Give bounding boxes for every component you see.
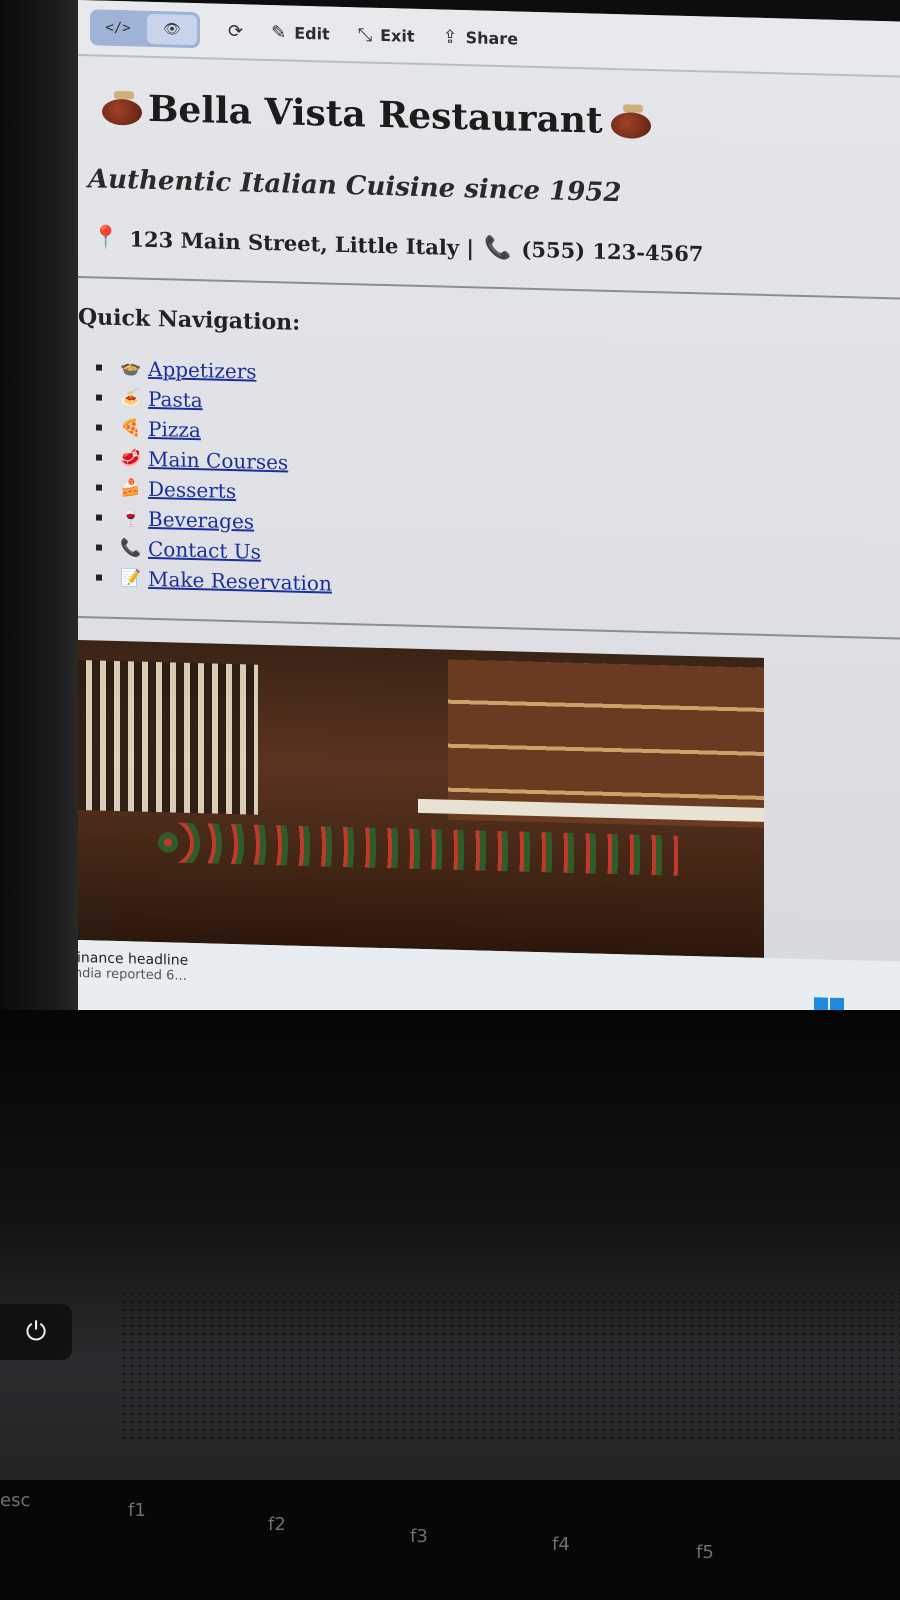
nav-link-contact-us[interactable]: Contact Us (148, 537, 261, 564)
refresh-button[interactable]: ⟳ (228, 20, 243, 41)
keyboard-function-row: esc f1 f2 f3 f4 f5 (0, 1480, 900, 1600)
bullet (96, 364, 102, 371)
nav-link-desserts[interactable]: Desserts (148, 477, 236, 503)
pasta-icon: 🍝 (120, 388, 142, 409)
bullet (96, 394, 102, 401)
contact-line: 📍 123 Main Street, Little Italy | 📞 (555… (92, 224, 703, 266)
collapse-icon: ⤡ (357, 23, 373, 46)
nav-link-appetizers[interactable]: Appetizers (148, 357, 257, 384)
restaurant-name: Bella Vista Restaurant (148, 87, 603, 142)
bullet (96, 574, 102, 581)
screen-bezel (0, 0, 80, 1010)
tagline: Authentic Italian Cuisine since 1952 (88, 164, 622, 209)
eye-icon: 👁 (163, 21, 181, 38)
edit-button[interactable]: ✎ Edit (271, 22, 330, 45)
page-title: Bella Vista Restaurant (100, 87, 651, 143)
pasta-pot-icon (100, 90, 142, 126)
nav-link-make-reservation[interactable]: Make Reservation (148, 567, 332, 596)
refresh-icon: ⟳ (228, 20, 244, 42)
key-f5[interactable]: f5 (696, 1542, 714, 1563)
restaurant-interior-photo (78, 639, 764, 958)
memo-icon: 📝 (120, 568, 142, 589)
quick-nav-list: 🍲 Appetizers 🍝 Pasta 🍕 Pizza 🥩 Main Courses … (96, 352, 332, 598)
nav-link-pasta[interactable]: Pasta (148, 387, 203, 412)
meat-icon: 🥩 (120, 448, 142, 469)
wine-glass-icon: 🍷 (120, 508, 142, 529)
bullet (96, 484, 102, 491)
bullet (96, 514, 102, 521)
map-pin-icon: 📍 (92, 224, 120, 252)
edit-label: Edit (294, 23, 330, 44)
nav-link-pizza[interactable]: Pizza (148, 417, 201, 442)
divider (78, 616, 900, 640)
nav-link-beverages[interactable]: Beverages (148, 507, 254, 534)
speaker-grille (120, 1290, 900, 1440)
share-button[interactable]: ⇪ Share (443, 26, 519, 49)
bullet (96, 544, 102, 551)
nav-link-main-courses[interactable]: Main Courses (148, 447, 288, 475)
share-icon: ⇪ (442, 26, 458, 48)
share-label: Share (465, 27, 519, 49)
page-content: Bella Vista Restaurant Authentic Italian… (78, 56, 900, 1032)
preview-button[interactable]: 👁 (147, 13, 197, 46)
exit-label: Exit (380, 25, 415, 46)
key-f1[interactable]: f1 (128, 1500, 146, 1521)
key-f3[interactable]: f3 (410, 1526, 428, 1547)
phone-number: (555) 123-4567 (521, 236, 704, 266)
power-button[interactable]: ⏻ (0, 1304, 72, 1360)
phone-icon: 📞 (120, 538, 142, 559)
key-f2[interactable]: f2 (268, 1514, 286, 1535)
view-toggle: </> 👁 (90, 9, 200, 49)
bullet (96, 424, 102, 431)
divider (78, 276, 900, 300)
key-esc[interactable]: esc (0, 1490, 30, 1511)
power-icon: ⏻ (25, 1316, 47, 1347)
address-text: 123 Main Street, Little Italy | (129, 225, 474, 260)
list-item: 📝 Make Reservation (96, 562, 332, 598)
code-view-button[interactable]: </> (93, 12, 143, 43)
phone-icon: 📞 (484, 234, 512, 262)
widget-text: India reported 6... (78, 965, 187, 984)
bullet (96, 454, 102, 461)
browser-screen: </> 👁 ⟳ ✎ Edit ⤡ Exit ⇪ Share Bella Vist… (78, 0, 900, 1032)
soup-icon: 🍲 (120, 358, 142, 379)
pencil-icon: ✎ (271, 21, 287, 43)
pizza-icon: 🍕 (120, 418, 142, 439)
exit-button[interactable]: ⤡ Exit (358, 24, 415, 46)
news-widget[interactable]: 4 Finance headline India reported 6... (78, 949, 188, 984)
key-f4[interactable]: f4 (552, 1534, 570, 1555)
pasta-pot-icon (609, 104, 651, 139)
cake-icon: 🍰 (120, 478, 142, 499)
quick-nav-heading: Quick Navigation: (78, 304, 301, 336)
